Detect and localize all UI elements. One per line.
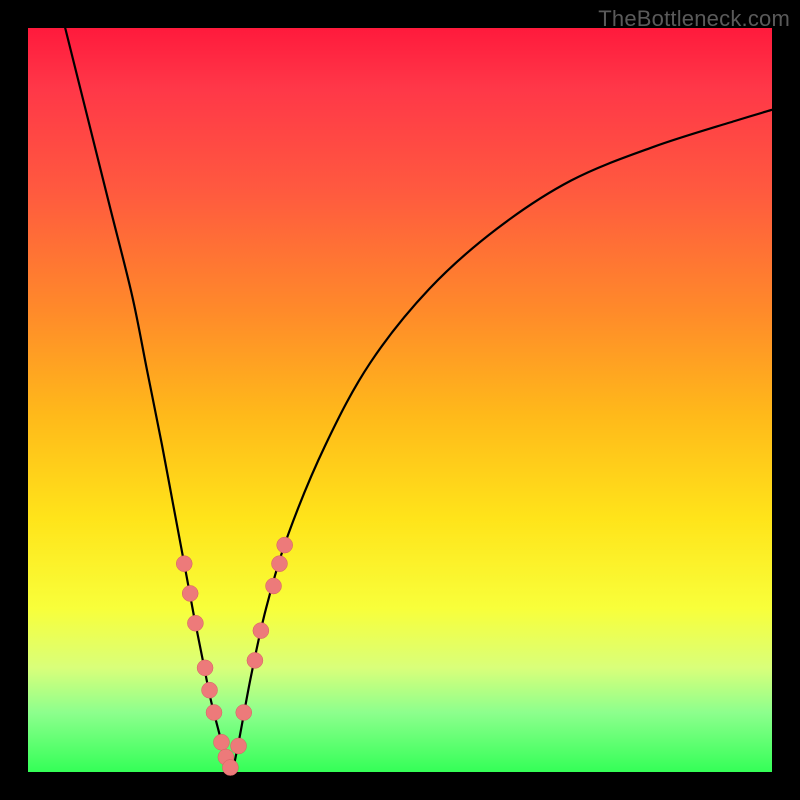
data-bead	[176, 556, 192, 572]
chart-svg	[28, 28, 772, 772]
data-bead	[222, 760, 238, 776]
data-bead	[187, 615, 203, 631]
data-bead	[247, 652, 263, 668]
plot-area	[28, 28, 772, 772]
right-branch-curve	[233, 110, 772, 772]
data-bead	[202, 682, 218, 698]
chart-frame: TheBottleneck.com	[0, 0, 800, 800]
data-bead	[253, 623, 269, 639]
watermark-text: TheBottleneck.com	[598, 6, 790, 32]
data-bead	[236, 704, 252, 720]
data-bead	[197, 660, 213, 676]
data-bead	[277, 537, 293, 553]
data-bead	[271, 556, 287, 572]
data-bead	[206, 704, 222, 720]
data-bead	[213, 734, 229, 750]
data-bead	[231, 738, 247, 754]
data-bead	[182, 585, 198, 601]
data-bead	[266, 578, 282, 594]
